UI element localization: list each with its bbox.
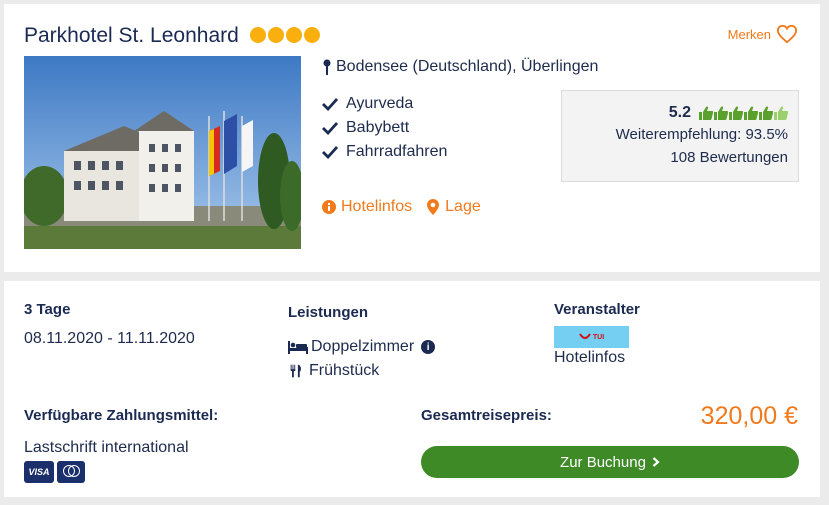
- star-icon: [250, 27, 266, 43]
- map-pin-icon: [427, 199, 440, 215]
- star-icon: [286, 27, 302, 43]
- feature-item: Ayurveda: [322, 92, 447, 116]
- rating-score: 5.2: [668, 104, 691, 121]
- offer-card: 3 Tage 08.11.2020 - 11.11.2020 Leistunge…: [4, 281, 820, 497]
- thumb-up-icon: [744, 106, 758, 120]
- merken-label: Merken: [727, 26, 771, 42]
- heart-icon: [776, 24, 798, 44]
- hotelinfos-label: Hotelinfos: [341, 198, 413, 215]
- thumb-up-icon: [729, 106, 743, 120]
- review-count[interactable]: 108 Bewertungen: [562, 146, 788, 169]
- service-board: Frühstück: [288, 362, 379, 380]
- star-rating: [250, 27, 320, 43]
- hotelinfos-link[interactable]: Hotelinfos: [322, 198, 412, 216]
- tui-smile-icon: [579, 333, 591, 339]
- total-label: Gesamtreisepreis:: [421, 407, 552, 424]
- operator-hotelinfos-link[interactable]: Hotelinfos: [554, 349, 625, 367]
- checkmark-icon: [322, 146, 338, 159]
- feature-item: Babybett: [322, 116, 447, 140]
- payment-label: Verfügbare Zahlungsmittel:: [24, 407, 219, 424]
- thumb-up-icon: [759, 106, 773, 120]
- tui-logo-text: TUI: [592, 333, 605, 341]
- feature-label: Ayurveda: [346, 95, 414, 112]
- checkmark-icon: [322, 98, 338, 111]
- feature-label: Babybett: [346, 119, 410, 136]
- cutlery-icon: [290, 364, 301, 378]
- feature-item: Fahrradfahren: [322, 140, 447, 164]
- hotel-name[interactable]: Parkhotel St. Leonhard: [24, 24, 239, 48]
- bed-icon: [288, 341, 308, 354]
- feature-list: Ayurveda Babybett Fahrradfahren: [322, 92, 447, 164]
- location-text: Bodensee (Deutschland), Überlingen: [336, 58, 599, 75]
- duration-label: 3 Tage: [24, 301, 71, 318]
- payment-icons: VISA: [24, 461, 85, 483]
- rating-box[interactable]: 5.2 Weiterempfehlung: 93.5% 108 Bewertun…: [561, 90, 799, 182]
- info-circle-icon: [322, 200, 336, 214]
- thumb-up-icon: [774, 106, 788, 120]
- service-room-label: Doppelzimmer: [311, 338, 415, 355]
- service-board-label: Frühstück: [309, 362, 380, 379]
- star-icon: [268, 27, 284, 43]
- lage-label: Lage: [445, 198, 481, 215]
- thumb-up-icon: [714, 106, 728, 120]
- travel-dates: 08.11.2020 - 11.11.2020: [24, 330, 195, 347]
- hotel-photo[interactable]: [24, 56, 301, 249]
- checkmark-icon: [322, 122, 338, 135]
- booking-button-label: Zur Buchung: [560, 453, 646, 471]
- tui-logo: TUI: [554, 326, 629, 348]
- thumbs-rating: [699, 106, 788, 120]
- visa-icon: VISA: [24, 461, 54, 483]
- operator-label: Veranstalter: [554, 301, 640, 318]
- hotel-card: Parkhotel St. Leonhard Merken Bodensee (…: [4, 4, 820, 272]
- services-label: Leistungen: [288, 304, 369, 321]
- pin-icon: [323, 59, 331, 75]
- payment-method: Lastschrift international: [24, 439, 189, 456]
- chevron-right-icon: [652, 457, 660, 467]
- booking-button[interactable]: Zur Buchung: [421, 446, 799, 478]
- total-price: 320,00 €: [700, 402, 798, 430]
- lage-link[interactable]: Lage: [426, 198, 481, 216]
- merken-button[interactable]: Merken: [728, 24, 798, 44]
- recommendation-text: Weiterempfehlung: 93.5%: [615, 126, 788, 143]
- mastercard-icon: [57, 461, 85, 483]
- feature-label: Fahrradfahren: [346, 143, 448, 160]
- info-icon[interactable]: i: [421, 340, 436, 354]
- location: Bodensee (Deutschland), Überlingen: [322, 58, 598, 76]
- thumb-up-icon: [699, 106, 713, 120]
- hotel-links: Hotelinfos Lage: [322, 198, 481, 216]
- star-icon: [304, 27, 320, 43]
- service-room: Doppelzimmer i: [288, 338, 436, 356]
